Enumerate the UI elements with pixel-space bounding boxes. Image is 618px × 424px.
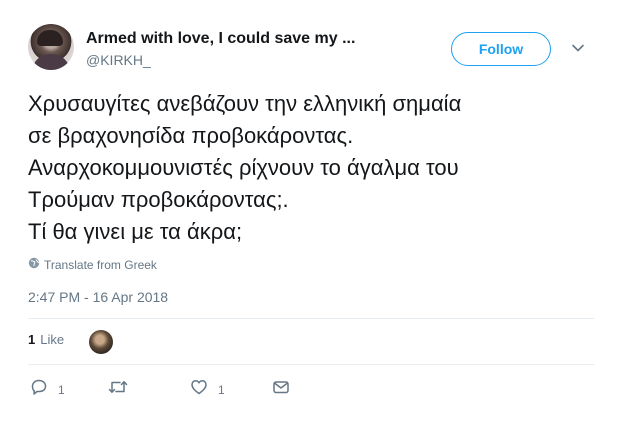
tweet-timestamp[interactable]: 2:47 PM - 16 Apr 2018 [28,289,168,305]
divider [28,318,594,319]
liker-avatar[interactable] [89,330,113,354]
like-button[interactable]: 1 [190,378,225,401]
likes-count: 1 [28,332,36,347]
retweet-button[interactable] [108,378,138,401]
tweet-text: Χρυσαυγίτες ανεβάζουν την ελληνική σημαί… [28,88,603,248]
avatar-hair [37,30,63,46]
follow-button[interactable]: Follow [451,32,551,66]
tweet-text-line: σε βραχονησίδα προβοκάροντας. [28,123,354,148]
direct-message-button[interactable] [272,378,290,401]
tweet-text-line: Τρούμαν προβοκάροντας;. [28,187,289,212]
like-count: 1 [218,382,225,397]
reply-button[interactable]: 1 [30,378,65,401]
tweet-text-line: Χρυσαυγίτες ανεβάζουν την ελληνική σημαί… [28,91,462,116]
globe-icon [28,257,40,272]
caret-down-icon[interactable] [570,40,586,56]
reply-icon [30,378,48,401]
heart-icon [190,378,208,401]
display-name[interactable]: Armed with love, I could save my ... [86,30,355,48]
likes-summary[interactable]: 1 Like [28,332,64,347]
translate-label: Translate from Greek [44,257,157,272]
tweet-text-line: Τί θα γινει με τα άκρα; [28,219,243,244]
reply-count: 1 [58,382,65,397]
user-handle[interactable]: @KIRKH_ [86,52,151,68]
retweet-icon [108,378,128,401]
tweet-text-line: Αναρχοκομμουνιστές ρίχνουν το άγαλμα του [28,155,459,180]
avatar[interactable] [28,24,74,70]
tweet-card: Armed with love, I could save my ... @KI… [0,0,618,424]
divider [28,364,594,365]
avatar-shoulders [32,54,70,70]
direct-message-icon [272,378,290,401]
likes-label: Like [40,332,65,347]
translate-link[interactable]: Translate from Greek [28,257,157,272]
